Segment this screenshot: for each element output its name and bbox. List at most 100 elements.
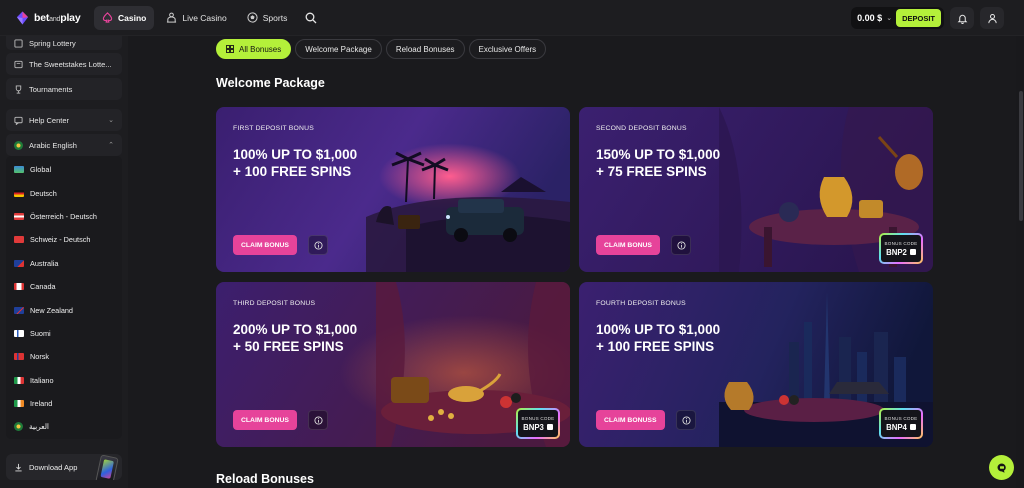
- language-option-ireland[interactable]: Ireland: [6, 392, 122, 415]
- language-option-suomi[interactable]: Suomi: [6, 322, 122, 345]
- scrollbar[interactable]: [1016, 36, 1024, 488]
- flag-icon-australia: [14, 259, 24, 267]
- info-button[interactable]: [308, 235, 328, 255]
- language-option-italiano[interactable]: Italiano: [6, 369, 122, 392]
- sidebar: Spring Lottery The Sweetstakes Lotte... …: [0, 36, 128, 488]
- flag-icon-norway: [14, 353, 24, 361]
- grid-icon: [226, 45, 234, 53]
- chevron-down-icon: ⌄: [886, 15, 893, 22]
- chat-icon: [997, 463, 1006, 473]
- chevron-down-icon: ⌄: [108, 117, 114, 124]
- brand-logo[interactable]: betandplay: [16, 11, 94, 25]
- language-option-deutsch[interactable]: Deutsch: [6, 181, 122, 204]
- sidebar-item-label: Tournaments: [29, 84, 73, 94]
- nav-casino-label: Casino: [118, 12, 147, 23]
- language-label: Norsk: [30, 352, 50, 362]
- profile-button[interactable]: [980, 7, 1004, 29]
- info-icon: [313, 415, 323, 425]
- welcome-package-title: Welcome Package: [216, 76, 325, 90]
- language-label: Global: [30, 165, 52, 175]
- language-option-switzerland[interactable]: Schweiz - Deutsch: [6, 228, 122, 251]
- bonus-code-label: BONUS CODE: [884, 415, 918, 421]
- nav-live-casino[interactable]: Live Casino: [158, 6, 234, 30]
- balance-value: 0.00 $: [857, 13, 883, 23]
- language-selector-label: Arabic English: [29, 140, 77, 150]
- live-chat-button[interactable]: [989, 455, 1014, 480]
- filter-all-bonuses[interactable]: All Bonuses: [216, 39, 292, 59]
- card-headline: 100% UP TO $1,000 + 100 FREE SPINS: [233, 147, 358, 179]
- bonus-code-value: BNP4: [886, 422, 907, 432]
- main-content: All Bonuses Welcome Package Reload Bonus…: [128, 36, 1024, 488]
- bonus-code-value: BNP3: [523, 422, 544, 432]
- globe-icon: [14, 166, 24, 174]
- flag-icon-switzerland: [14, 236, 24, 244]
- balance-dropdown[interactable]: 0.00 $ ⌄ DEPOSIT: [851, 7, 944, 29]
- bonus-card-third: THIRD DEPOSIT BONUS 200% UP TO $1,000 + …: [216, 282, 570, 447]
- sidebar-item-label: Spring Lottery: [29, 38, 76, 48]
- info-button[interactable]: [676, 410, 696, 430]
- sidebar-item-tournaments[interactable]: Tournaments: [6, 78, 122, 100]
- user-icon: [987, 13, 997, 23]
- claim-bonus-button[interactable]: CLAIM BONUS: [233, 235, 297, 255]
- sidebar-item-sweetstakes-lottery[interactable]: The Sweetstakes Lotte...: [6, 53, 122, 75]
- sidebar-item-spring-lottery[interactable]: Spring Lottery: [6, 36, 122, 50]
- sidebar-item-label: Help Center: [29, 115, 70, 125]
- info-icon: [313, 240, 323, 250]
- card-label: FOURTH DEPOSIT BONUS: [596, 300, 686, 307]
- bonus-code-badge[interactable]: BONUS CODE BNP2: [879, 233, 923, 264]
- language-label: Italiano: [30, 375, 54, 385]
- download-icon: [15, 463, 22, 471]
- filter-reload-bonuses[interactable]: Reload Bonuses: [385, 39, 465, 59]
- nav-live-casino-label: Live Casino: [182, 12, 227, 23]
- flag-icon-arabic: [14, 140, 23, 150]
- casino-icon: [102, 12, 113, 23]
- filter-welcome-package[interactable]: Welcome Package: [295, 39, 382, 59]
- nav-casino[interactable]: Casino: [94, 5, 155, 30]
- flag-icon-ireland: [14, 400, 24, 408]
- copy-icon[interactable]: [909, 424, 916, 430]
- language-option-austria[interactable]: Österreich - Deutsch: [6, 205, 122, 228]
- claim-bonus-button[interactable]: CLAIM BONUS: [596, 235, 660, 255]
- card-label: THIRD DEPOSIT BONUS: [233, 300, 316, 307]
- language-selector[interactable]: Arabic English ⌃: [6, 134, 122, 156]
- claim-bonus-button[interactable]: CLAIM BONUS: [233, 410, 297, 430]
- scrollbar-thumb[interactable]: [1019, 91, 1023, 221]
- nav-sports[interactable]: Sports: [239, 6, 296, 30]
- language-option-australia[interactable]: Australia: [6, 252, 122, 275]
- filter-label: All Bonuses: [239, 44, 282, 54]
- phone-illustration: [95, 454, 119, 480]
- bonus-code-value: BNP2: [886, 247, 907, 257]
- language-label: Suomi: [30, 328, 51, 338]
- bonus-code-badge[interactable]: BONUS CODE BNP4: [879, 408, 923, 439]
- language-label: Österreich - Deutsch: [30, 211, 97, 221]
- bonus-card-first: FIRST DEPOSIT BONUS 100% UP TO $1,000 + …: [216, 107, 570, 272]
- flag-icon-canada: [14, 283, 24, 291]
- deposit-button[interactable]: DEPOSIT: [896, 9, 941, 27]
- language-option-new-zealand[interactable]: New Zealand: [6, 298, 122, 321]
- bonus-code-label: BONUS CODE: [521, 415, 555, 421]
- language-label: Australia: [30, 258, 59, 268]
- info-icon: [681, 415, 691, 425]
- notifications-button[interactable]: [950, 7, 974, 29]
- language-option-norsk[interactable]: Norsk: [6, 345, 122, 368]
- flag-icon-arabic: [14, 422, 23, 432]
- info-button[interactable]: [308, 410, 328, 430]
- language-option-global[interactable]: Global: [6, 158, 122, 181]
- download-app-label: Download App: [29, 462, 78, 472]
- copy-icon[interactable]: [546, 424, 553, 430]
- sidebar-item-help-center[interactable]: Help Center ⌄: [6, 109, 122, 131]
- claim-bonus-button[interactable]: CLAIM BONUSS: [596, 410, 665, 430]
- bonus-code-badge[interactable]: BONUS CODE BNP3: [516, 408, 560, 439]
- search-button[interactable]: [299, 6, 323, 30]
- sidebar-item-label: The Sweetstakes Lotte...: [29, 59, 112, 69]
- language-option-arabic[interactable]: العربية: [6, 415, 122, 438]
- flag-icon-austria: [14, 212, 24, 220]
- bonus-card-second: SECOND DEPOSIT BONUS 150% UP TO $1,000 +…: [579, 107, 933, 272]
- filter-exclusive-offers[interactable]: Exclusive Offers: [468, 39, 547, 59]
- copy-icon[interactable]: [909, 249, 916, 255]
- info-button[interactable]: [671, 235, 691, 255]
- download-app-button[interactable]: Download App: [6, 454, 122, 480]
- language-option-canada[interactable]: Canada: [6, 275, 122, 298]
- diamond-icon: [16, 11, 29, 24]
- card-label: SECOND DEPOSIT BONUS: [596, 125, 687, 132]
